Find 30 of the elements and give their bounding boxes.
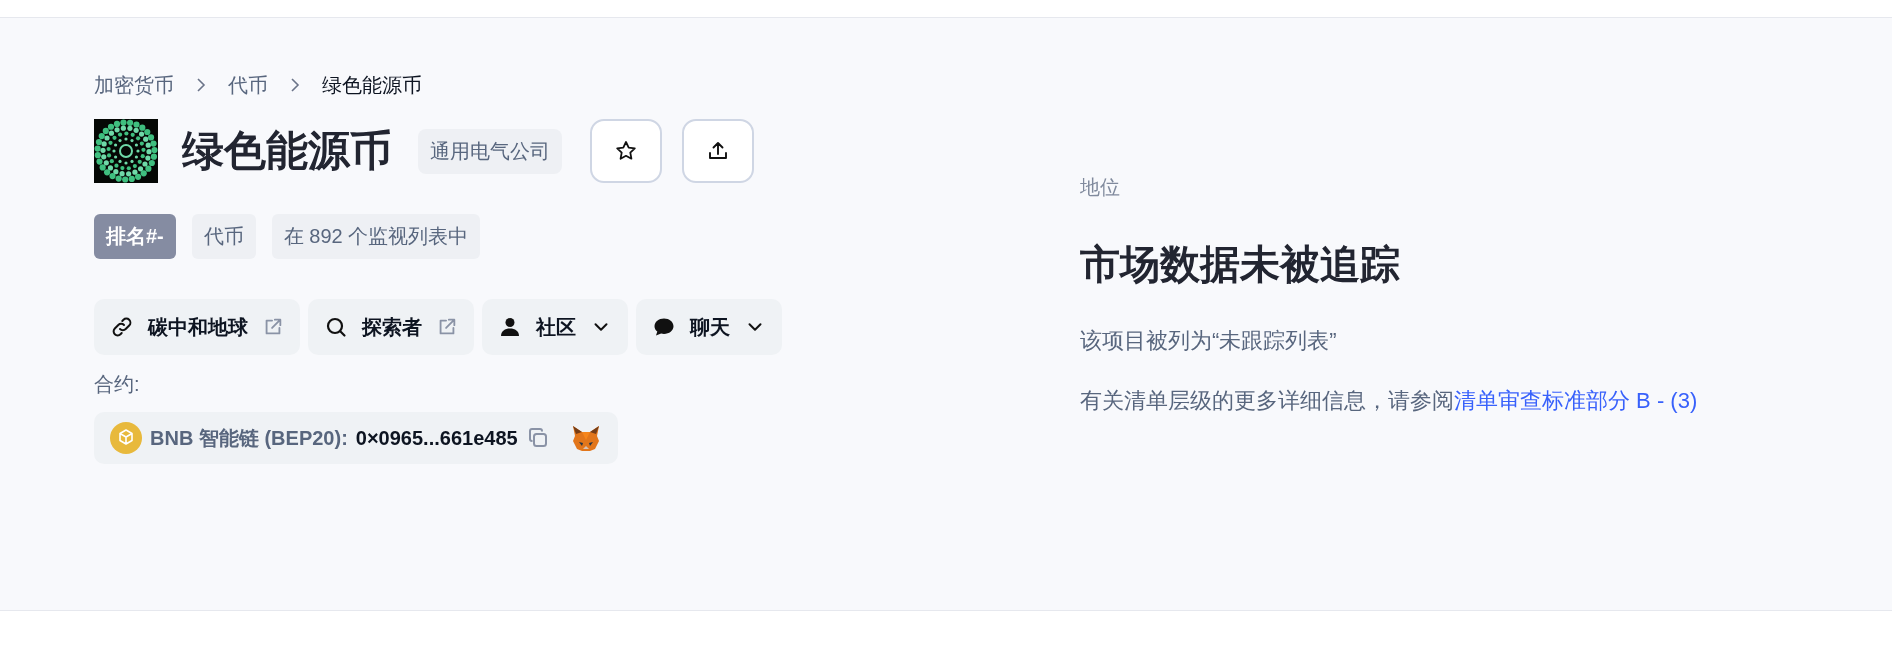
share-button[interactable] bbox=[682, 119, 754, 183]
star-icon bbox=[614, 139, 638, 163]
status-label: 地位 bbox=[1080, 175, 1121, 200]
person-icon bbox=[498, 315, 522, 339]
rank-badge: 排名#- bbox=[94, 214, 176, 259]
breadcrumb-link[interactable]: 代币 bbox=[228, 71, 268, 99]
dropdown-button[interactable]: 聊天 bbox=[636, 299, 782, 355]
chain-name: BNB 智能链 (BEP20): bbox=[150, 425, 348, 451]
tag: 在 892 个监视列表中 bbox=[271, 214, 481, 259]
chain-logo bbox=[110, 422, 142, 454]
coin-name: 绿色能源币 bbox=[182, 126, 392, 176]
link-button[interactable]: 探索者 bbox=[308, 299, 474, 355]
breadcrumb-link[interactable]: 绿色能源币 bbox=[322, 71, 422, 99]
contract-address: 0×0965...661e485 bbox=[355, 426, 518, 450]
chevron-icon bbox=[196, 78, 206, 92]
search-icon bbox=[324, 315, 348, 339]
status-heading: 市场数据未被追踪 bbox=[1080, 241, 1401, 288]
criteria-link[interactable]: 清单审查标准部分 B - (3) bbox=[1454, 388, 1698, 413]
chevron-icon bbox=[290, 78, 300, 92]
status-detail: 有关清单层级的更多详细信息，请参阅清单审查标准部分 B - (3) bbox=[1080, 387, 1698, 415]
link-button[interactable]: 碳中和地球 bbox=[94, 299, 300, 355]
watchlist-button[interactable] bbox=[590, 119, 662, 183]
coin-symbol: 通用电气公司 bbox=[418, 128, 562, 174]
breadcrumb-link[interactable]: 加密货币 bbox=[94, 71, 174, 99]
link-icon bbox=[110, 315, 134, 339]
dropdown-button[interactable]: 社区 bbox=[482, 299, 628, 355]
contract-label: 合约: bbox=[94, 372, 141, 397]
coin-logo bbox=[94, 119, 158, 183]
status-note: 该项目被列为“未跟踪列表” bbox=[1080, 327, 1338, 355]
tag: 代币 bbox=[191, 214, 256, 259]
